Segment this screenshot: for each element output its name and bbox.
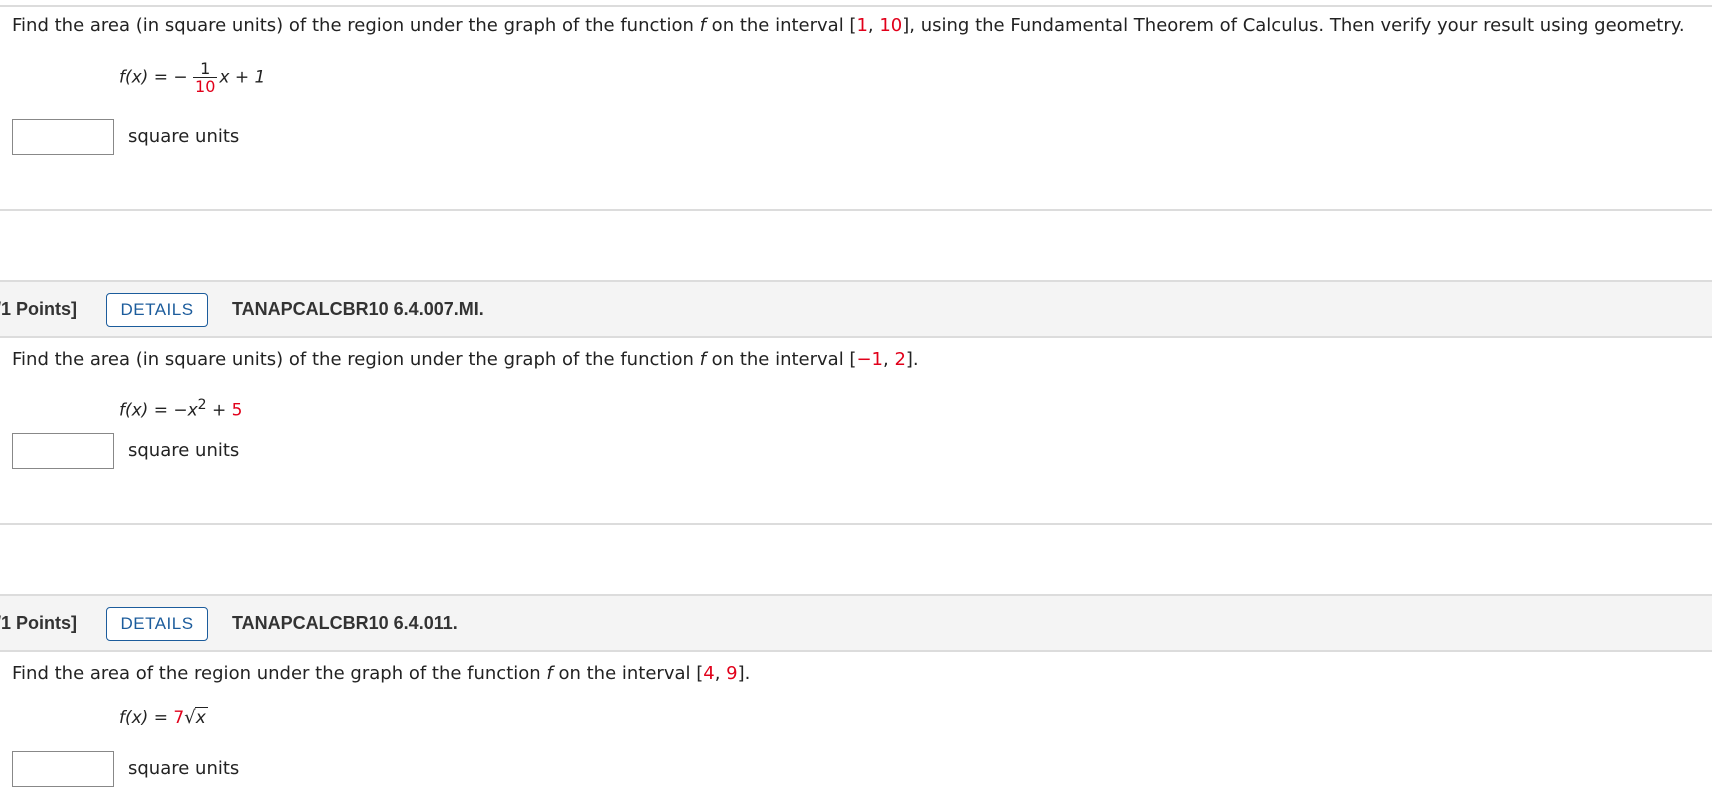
question-1-answer-input[interactable] [12,119,114,155]
square-root: √x [184,707,208,728]
question-2-units: square units [128,440,240,461]
question-3-units: square units [128,758,240,779]
question-1-units: square units [128,126,240,147]
question-1-prompt: Find the area (in square units) of the r… [12,15,1685,36]
question-3-formula: f(x) = 7√x [119,707,208,728]
top-divider [0,5,1712,7]
question-2-formula: f(x) = −x2 + 5 [119,397,243,421]
question-2-answer-input[interactable] [12,433,114,469]
question-3-prompt: Find the area of the region under the gr… [12,663,751,684]
question-3-answer-input[interactable] [12,751,114,787]
question-2-header: /1 Points] DETAILS TANAPCALCBR10 6.4.007… [0,280,1712,338]
divider [0,209,1712,211]
question-2-prompt: Find the area (in square units) of the r… [12,349,919,370]
divider [0,523,1712,525]
points-label: /1 Points] [0,299,78,319]
question-code: TANAPCALCBR10 6.4.011. [232,613,458,633]
details-button[interactable]: DETAILS [106,293,208,327]
fraction: 1 10 [193,59,218,96]
details-button[interactable]: DETAILS [106,607,208,641]
question-1-formula: f(x) = − 1 10 x + 1 [119,59,266,96]
points-label: /1 Points] [0,613,78,633]
question-3-header: /1 Points] DETAILS TANAPCALCBR10 6.4.011… [0,594,1712,652]
question-code: TANAPCALCBR10 6.4.007.MI. [232,299,484,319]
